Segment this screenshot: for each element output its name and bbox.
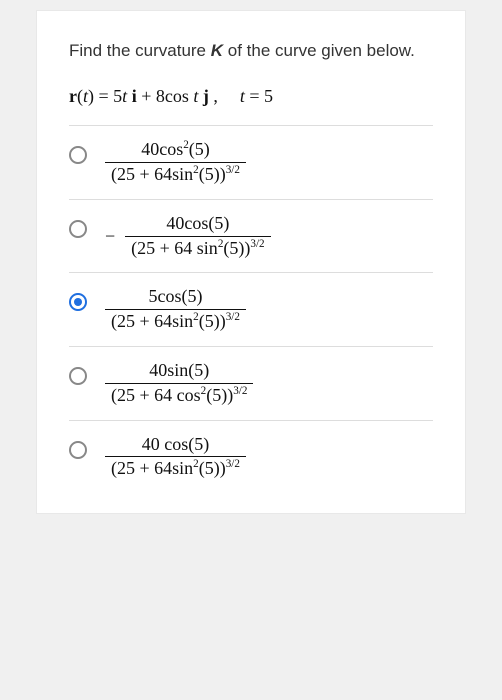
eq-t3: t bbox=[193, 86, 198, 106]
question-card: Find the curvature K of the curve given … bbox=[36, 10, 466, 514]
curve-equation: r(t) = 5t i + 8cos t j ,t = 5 bbox=[69, 86, 433, 107]
option-c-formula: 5cos(5) (25 + 64sin2(5))3/2 bbox=[105, 287, 246, 332]
eq-r: r bbox=[69, 86, 77, 106]
option-d-formula: 40sin(5) (25 + 64 cos2(5))3/2 bbox=[105, 361, 253, 406]
radio-icon[interactable] bbox=[69, 293, 87, 311]
num-arg: (5) bbox=[188, 360, 209, 380]
num-arg: (5) bbox=[189, 139, 210, 159]
den-arg: (5)) bbox=[199, 311, 226, 331]
eq-t2: t bbox=[122, 86, 127, 106]
prompt-text-1: Find the curvature bbox=[69, 41, 211, 60]
negative-sign: − bbox=[105, 226, 115, 247]
den-text: (25 + 64sin bbox=[111, 458, 193, 478]
radio-icon[interactable] bbox=[69, 146, 87, 164]
eq-t1: t bbox=[83, 86, 88, 106]
radio-icon[interactable] bbox=[69, 220, 87, 238]
eq-comma: , bbox=[213, 86, 218, 106]
answer-options: 40cos2(5) (25 + 64sin2(5))3/2 − 40cos(5)… bbox=[69, 125, 433, 493]
unit-j: j bbox=[203, 86, 209, 106]
radio-icon[interactable] bbox=[69, 441, 87, 459]
den-arg: (5)) bbox=[206, 385, 233, 405]
eq-rhs-b: + 8cos bbox=[137, 86, 189, 106]
num-text: 40 cos bbox=[142, 434, 189, 454]
prompt-text-2: of the curve given below. bbox=[223, 41, 415, 60]
question-prompt: Find the curvature K of the curve given … bbox=[69, 37, 433, 64]
cond-eq: = 5 bbox=[245, 86, 273, 106]
den-outer-exp: 3/2 bbox=[226, 164, 240, 176]
curvature-symbol: K bbox=[211, 41, 223, 60]
den-text: (25 + 64 sin bbox=[131, 238, 218, 258]
den-text: (25 + 64sin bbox=[111, 164, 193, 184]
option-b[interactable]: − 40cos(5) (25 + 64 sin2(5))3/2 bbox=[69, 199, 433, 273]
num-arg: (5) bbox=[208, 213, 229, 233]
option-a[interactable]: 40cos2(5) (25 + 64sin2(5))3/2 bbox=[69, 125, 433, 199]
option-e[interactable]: 40 cos(5) (25 + 64sin2(5))3/2 bbox=[69, 420, 433, 494]
den-text: (25 + 64sin bbox=[111, 311, 193, 331]
num-text: 5cos bbox=[148, 286, 181, 306]
den-outer-exp: 3/2 bbox=[250, 238, 264, 250]
eq-rhs-a: = 5 bbox=[94, 86, 122, 106]
den-text: (25 + 64 cos bbox=[111, 385, 201, 405]
radio-icon[interactable] bbox=[69, 367, 87, 385]
num-arg: (5) bbox=[181, 286, 202, 306]
num-text: 40cos bbox=[141, 139, 183, 159]
den-arg: (5)) bbox=[199, 164, 226, 184]
num-text: 40sin bbox=[149, 360, 188, 380]
den-outer-exp: 3/2 bbox=[226, 458, 240, 470]
option-b-formula: − 40cos(5) (25 + 64 sin2(5))3/2 bbox=[105, 214, 271, 259]
option-c[interactable]: 5cos(5) (25 + 64sin2(5))3/2 bbox=[69, 272, 433, 346]
num-text: 40cos bbox=[166, 213, 208, 233]
num-arg: (5) bbox=[188, 434, 209, 454]
option-d[interactable]: 40sin(5) (25 + 64 cos2(5))3/2 bbox=[69, 346, 433, 420]
den-outer-exp: 3/2 bbox=[226, 311, 240, 323]
den-arg: (5)) bbox=[199, 458, 226, 478]
option-a-formula: 40cos2(5) (25 + 64sin2(5))3/2 bbox=[105, 140, 246, 185]
option-e-formula: 40 cos(5) (25 + 64sin2(5))3/2 bbox=[105, 435, 246, 480]
den-arg: (5)) bbox=[223, 238, 250, 258]
den-outer-exp: 3/2 bbox=[233, 385, 247, 397]
